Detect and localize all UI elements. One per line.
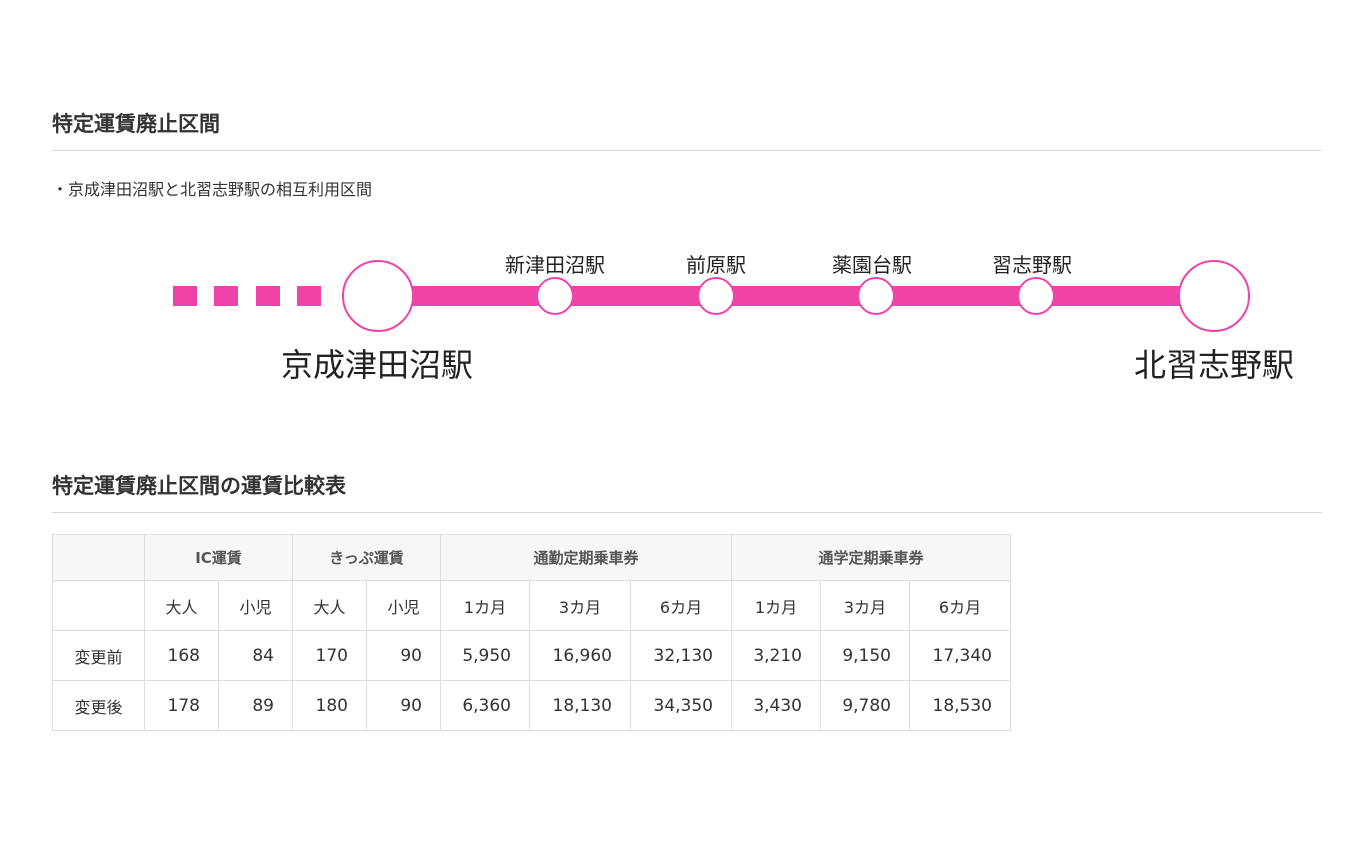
subheader: 3カ月 (529, 580, 631, 631)
dash-segment (297, 286, 321, 306)
section-title-fare-comparison: 特定運賃廃止区間の運賃比較表 (52, 474, 346, 498)
group-header-student-pass: 通学定期乗車券 (731, 534, 1011, 581)
group-header-commuter-pass: 通勤定期乗車券 (440, 534, 732, 581)
station-marker (697, 277, 735, 315)
dash-segment (256, 286, 280, 306)
station-marker (857, 277, 895, 315)
page: 特定運賃廃止区間 ・京成津田沼駅と北習志野駅の相互利用区間 新津田沼駅 前原駅 … (0, 0, 1350, 844)
station-label: 前原駅 (686, 253, 746, 277)
subheader: 6カ月 (630, 580, 732, 631)
route-line (378, 286, 1214, 306)
table-cell: 32,130 (630, 630, 732, 681)
group-header-ticket: きっぷ運賃 (292, 534, 441, 581)
table-cell: 6,360 (440, 680, 530, 731)
table-cell: 90 (366, 680, 441, 731)
station-label: 薬園台駅 (832, 253, 912, 277)
table-cell: 84 (218, 630, 293, 681)
subheader: 小児 (366, 580, 441, 631)
table-cell: 9,150 (820, 630, 910, 681)
dash-segment (173, 286, 197, 306)
section-divider (52, 512, 1322, 513)
table-cell: 18,530 (909, 680, 1011, 731)
fare-comparison-table: IC運賃 きっぷ運賃 通勤定期乗車券 通学定期乗車券 大人 小児 大人 小児 1… (52, 534, 1011, 731)
table-cell: 3,430 (731, 680, 821, 731)
subheader: 大人 (144, 580, 219, 631)
dash-segment (214, 286, 238, 306)
table-subheader-row: 大人 小児 大人 小児 1カ月 3カ月 6カ月 1カ月 3カ月 6カ月 (52, 580, 1011, 631)
table-cell: 178 (144, 680, 219, 731)
station-marker (1017, 277, 1055, 315)
subheader: 1カ月 (440, 580, 530, 631)
table-cell: 168 (144, 630, 219, 681)
station-label: 習志野駅 (992, 253, 1072, 277)
table-corner-cell (52, 580, 145, 631)
station-label: 新津田沼駅 (505, 253, 605, 277)
station-label-end: 北習志野駅 (1134, 346, 1294, 384)
table-row: 変更前 168 84 170 90 5,950 16,960 32,130 3,… (52, 630, 1011, 681)
table-cell: 180 (292, 680, 367, 731)
table-cell: 89 (218, 680, 293, 731)
subheader: 小児 (218, 580, 293, 631)
row-label: 変更後 (52, 680, 145, 731)
table-cell: 170 (292, 630, 367, 681)
row-label: 変更前 (52, 630, 145, 681)
group-header-ic: IC運賃 (144, 534, 293, 581)
section-divider (52, 150, 1322, 151)
table-cell: 17,340 (909, 630, 1011, 681)
table-cell: 34,350 (630, 680, 732, 731)
table-corner-cell (52, 534, 145, 581)
section-title-abolished-section: 特定運賃廃止区間 (52, 112, 220, 136)
subheader: 3カ月 (820, 580, 910, 631)
table-cell: 3,210 (731, 630, 821, 681)
table-row: 変更後 178 89 180 90 6,360 18,130 34,350 3,… (52, 680, 1011, 731)
subheader: 大人 (292, 580, 367, 631)
subheader: 6カ月 (909, 580, 1011, 631)
table-cell: 16,960 (529, 630, 631, 681)
station-marker-end (1178, 260, 1250, 332)
station-marker (536, 277, 574, 315)
subheader: 1カ月 (731, 580, 821, 631)
table-cell: 90 (366, 630, 441, 681)
table-group-header-row: IC運賃 きっぷ運賃 通勤定期乗車券 通学定期乗車券 (52, 534, 1011, 581)
station-label-start: 京成津田沼駅 (281, 346, 473, 384)
station-marker-start (342, 260, 414, 332)
table-cell: 18,130 (529, 680, 631, 731)
route-map: 新津田沼駅 前原駅 薬園台駅 習志野駅 京成津田沼駅 北習志野駅 (173, 253, 1294, 384)
section-note: ・京成津田沼駅と北習志野駅の相互利用区間 (52, 180, 373, 199)
table-cell: 5,950 (440, 630, 530, 681)
table-cell: 9,780 (820, 680, 910, 731)
